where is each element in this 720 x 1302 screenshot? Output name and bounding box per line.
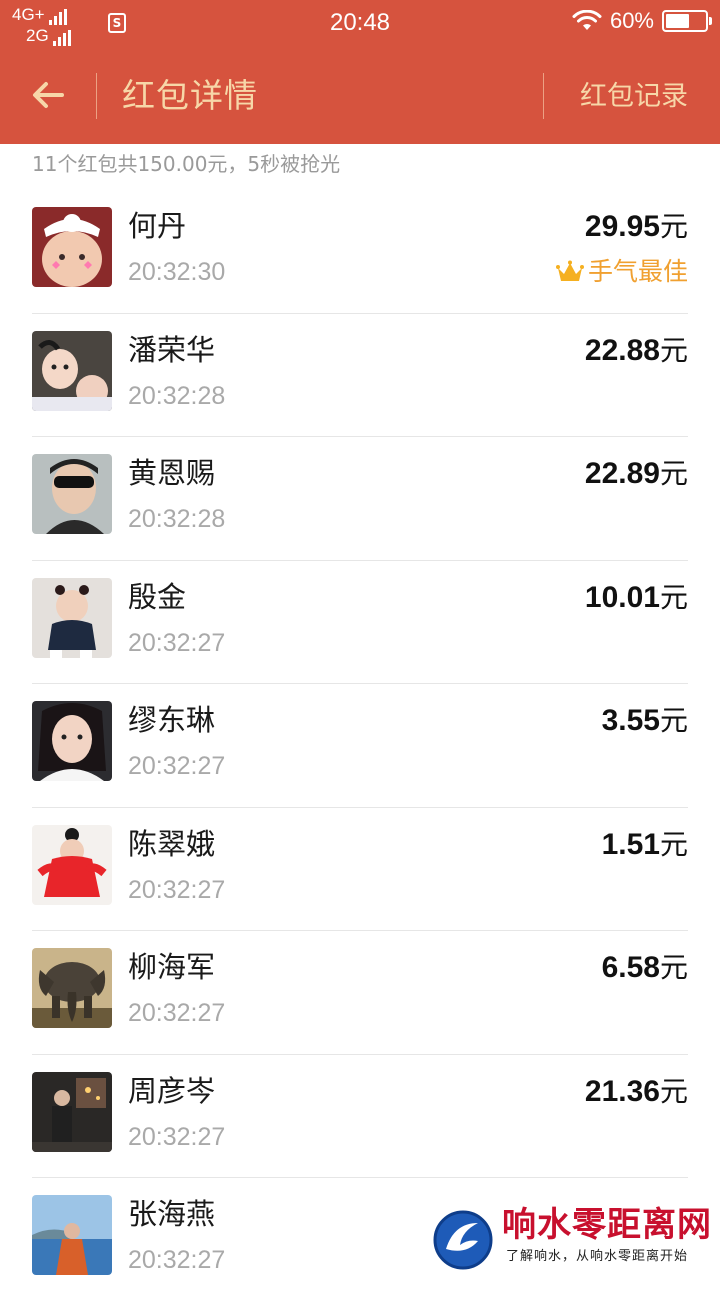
back-arrow-icon[interactable] xyxy=(28,75,68,115)
recipient-name: 周彦岑 xyxy=(128,1073,216,1108)
avatar[interactable] xyxy=(32,1195,112,1275)
amount-value: 21.36 xyxy=(584,1074,660,1108)
amount: 3.55元 xyxy=(602,703,688,739)
list-item[interactable]: 陈翠娥 20:32:27 1.51元 xyxy=(0,808,720,932)
list-item[interactable]: 周彦岑 20:32:27 21.36元 xyxy=(0,1055,720,1179)
avatar[interactable] xyxy=(32,824,112,905)
recipient-name: 张海燕 xyxy=(128,1197,216,1231)
list-item[interactable]: 缪东琳 20:32:27 3.55元 xyxy=(0,684,720,808)
grab-time: 20:32:30 xyxy=(128,258,226,286)
currency-unit: 元 xyxy=(659,704,688,737)
red-packet-record-button[interactable]: 红包记录 xyxy=(580,80,688,114)
list-item[interactable]: 潘荣华 20:32:28 22.88元 xyxy=(0,314,720,438)
site-logo-icon xyxy=(433,1210,493,1270)
header-divider-left xyxy=(96,73,97,119)
list-item[interactable]: 殷金 20:32:27 10.01元 xyxy=(0,561,720,685)
grab-time: 20:32:27 xyxy=(128,1122,226,1151)
page-title: 红包详情 xyxy=(122,76,258,115)
avatar[interactable] xyxy=(32,701,112,781)
amount: 6.58元 xyxy=(602,950,688,986)
list-item[interactable]: 柳海军 20:32:27 6.58元 xyxy=(0,931,720,1055)
avatar[interactable] xyxy=(32,577,112,658)
grab-time: 20:32:27 xyxy=(128,1246,226,1274)
recipient-name: 何丹 xyxy=(128,209,187,243)
app-header: 红包详情 红包记录 xyxy=(0,50,720,144)
best-luck-badge: 手气最佳 xyxy=(555,256,688,288)
amount-value: 1.51 xyxy=(601,827,660,861)
avatar[interactable] xyxy=(32,330,112,411)
amount-value: 10.01 xyxy=(584,580,660,614)
avatar[interactable] xyxy=(32,207,112,287)
grab-time: 20:32:28 xyxy=(128,505,226,533)
wifi-icon xyxy=(572,10,602,30)
list-item[interactable]: 黄恩赐 20:32:28 22.89元 xyxy=(0,437,720,561)
recipient-name: 潘荣华 xyxy=(128,332,216,367)
currency-unit: 元 xyxy=(659,827,688,861)
amount-value: 3.55 xyxy=(601,704,660,737)
watermark: 响水零距离网 了解响水，从响水零距离开始 xyxy=(430,1203,720,1280)
amount-value: 22.89 xyxy=(584,457,660,490)
grab-time: 20:32:27 xyxy=(128,875,226,904)
amount-value: 29.95 xyxy=(584,210,660,243)
packet-summary: 11个红包共150.00元，5秒被抢光 xyxy=(32,152,341,176)
currency-unit: 元 xyxy=(659,580,688,614)
amount: 10.01元 xyxy=(585,580,688,616)
amount: 21.36元 xyxy=(585,1074,688,1110)
amount: 22.89元 xyxy=(585,456,688,492)
status-right: 60% xyxy=(572,8,712,34)
recipient-name: 殷金 xyxy=(128,579,187,614)
watermark-title: 响水零距离网 xyxy=(502,1205,712,1245)
avatar[interactable] xyxy=(32,1071,112,1152)
battery-icon xyxy=(662,10,712,32)
watermark-subtitle: 了解响水，从响水零距离开始 xyxy=(506,1249,689,1264)
currency-unit: 元 xyxy=(659,457,688,490)
amount-value: 22.88 xyxy=(584,333,660,367)
amount: 1.51元 xyxy=(602,827,688,863)
amount-value: 6.58 xyxy=(601,951,660,984)
recipient-name: 陈翠娥 xyxy=(128,826,216,861)
currency-unit: 元 xyxy=(659,333,688,367)
currency-unit: 元 xyxy=(659,210,688,243)
amount: 29.95元 xyxy=(585,209,688,245)
list-item[interactable]: 何丹 20:32:30 29.95元 手气最佳 xyxy=(0,190,720,314)
currency-unit: 元 xyxy=(659,1074,688,1108)
header-divider-right xyxy=(543,73,544,119)
grab-time: 20:32:27 xyxy=(128,752,226,780)
avatar[interactable] xyxy=(32,948,112,1028)
grab-time: 20:32:27 xyxy=(128,999,226,1027)
grab-time: 20:32:27 xyxy=(128,628,226,657)
best-luck-label: 手气最佳 xyxy=(587,257,688,286)
grab-time: 20:32:28 xyxy=(128,381,226,410)
avatar[interactable] xyxy=(32,454,112,534)
recipient-list: 何丹 20:32:30 29.95元 手气最佳 潘荣华 20:32:28 22.… xyxy=(0,190,720,1302)
status-bar: 4G+ 2G S 20:48 60% xyxy=(0,0,720,50)
amount: 22.88元 xyxy=(585,333,688,369)
currency-unit: 元 xyxy=(659,951,688,984)
recipient-name: 柳海军 xyxy=(128,950,216,984)
battery-percent: 60% xyxy=(609,8,654,33)
recipient-name: 黄恩赐 xyxy=(128,456,216,490)
crown-icon xyxy=(555,260,584,281)
recipient-name: 缪东琳 xyxy=(128,703,216,737)
